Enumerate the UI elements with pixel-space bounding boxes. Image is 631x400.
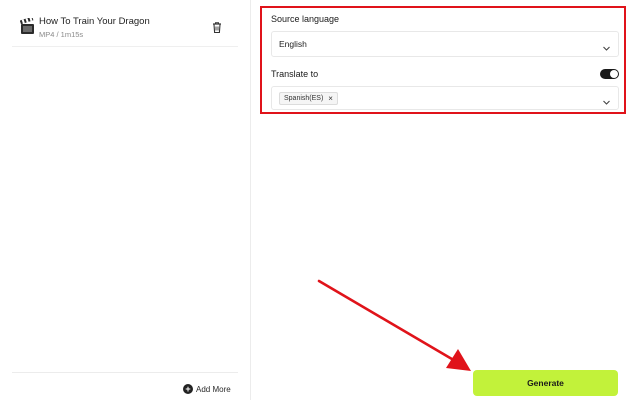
chevron-down-icon [602,40,611,51]
add-more-button[interactable]: + Add More [183,383,231,395]
target-language-select[interactable]: Spanish(ES) × [271,86,619,110]
divider [12,372,238,373]
translate-toggle[interactable] [600,69,619,79]
generate-label: Generate [527,378,564,388]
panel-divider [250,0,251,400]
file-name: How To Train Your Dragon [39,16,150,27]
clapperboard-icon [19,16,36,36]
chevron-down-icon [602,94,611,105]
source-language-select[interactable]: English [271,31,619,57]
trash-icon[interactable] [211,21,223,34]
plus-circle-icon: + [183,384,193,394]
translate-to-label: Translate to [271,69,319,79]
add-more-label: Add More [196,384,231,394]
language-chip-label: Spanish(ES) [284,95,324,102]
remove-chip-icon[interactable]: × [328,94,333,103]
generate-button[interactable]: Generate [473,370,618,396]
file-list-panel: How To Train Your Dragon MP4 / 1m15s + A… [0,0,250,400]
divider [12,46,238,47]
toggle-knob [610,70,618,78]
file-list-item[interactable]: How To Train Your Dragon MP4 / 1m15s [12,8,238,48]
source-language-value: English [279,39,307,49]
file-meta: MP4 / 1m15s [39,30,84,39]
language-chip: Spanish(ES) × [279,92,338,105]
source-language-label: Source language [271,14,340,24]
translation-settings: Source language English Translate to Spa… [260,6,626,114]
annotation-arrow [317,279,471,371]
